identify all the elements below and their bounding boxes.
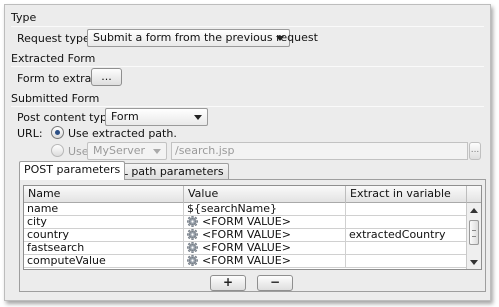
post-parameters-panel: Name Value Extract in variable name ${sea…	[19, 179, 486, 292]
scroll-down-arrow-icon[interactable]	[470, 260, 478, 265]
scrollbar-thumb[interactable]	[469, 220, 479, 245]
post-content-type-value: Form	[111, 110, 139, 123]
add-parameter-button[interactable]: +	[210, 275, 246, 291]
table-row[interactable]: city <FORM VALUE>	[24, 216, 467, 229]
scroll-up-arrow-icon[interactable]	[470, 208, 478, 213]
post-content-type-label: Post content type:	[17, 111, 118, 124]
extract-variable-cell[interactable]	[346, 255, 467, 268]
divider	[11, 66, 484, 67]
param-value-text: ${searchName}	[187, 203, 277, 215]
path-input[interactable]: /search.jsp	[171, 142, 468, 160]
gear-icon	[187, 216, 199, 229]
column-header-value[interactable]: Value	[184, 186, 346, 203]
table-row[interactable]: country <FORM VALUE> extractedCountry	[24, 229, 467, 242]
extract-variable-cell[interactable]: extractedCountry	[346, 229, 467, 242]
chevron-down-icon	[194, 115, 202, 120]
table-corner	[466, 186, 481, 203]
table-row[interactable]: computeValue <FORM VALUE>	[24, 255, 467, 268]
param-value-cell[interactable]: ${searchName}	[184, 203, 346, 216]
form-to-extract-label: Form to extract	[17, 72, 102, 85]
request-type-select[interactable]: Submit a form from the previous request	[87, 29, 318, 47]
type-section-title: Type	[11, 11, 37, 24]
param-name-cell[interactable]: fastsearch	[24, 242, 184, 255]
http-request-panel: Type Request type: Submit a form from th…	[4, 4, 491, 301]
extract-variable-cell[interactable]	[346, 216, 467, 229]
param-value-cell[interactable]: <FORM VALUE>	[184, 216, 346, 229]
use-extracted-path-radio[interactable]	[51, 126, 64, 139]
request-type-label: Request type:	[17, 32, 94, 45]
param-name-cell[interactable]: computeValue	[24, 255, 184, 268]
server-value: MyServer	[93, 144, 146, 157]
form-to-extract-browse-button[interactable]: ...	[91, 68, 122, 86]
extract-variable-cell[interactable]	[346, 203, 467, 216]
param-name-cell[interactable]: country	[24, 229, 184, 242]
server-select[interactable]: MyServer	[87, 142, 167, 160]
param-value-cell[interactable]: <FORM VALUE>	[184, 255, 346, 268]
table-scrollbar[interactable]	[466, 203, 481, 269]
submitted-form-section-title: Submitted Form	[11, 92, 100, 105]
param-name-cell[interactable]: city	[24, 216, 184, 229]
parameters-table[interactable]: Name Value Extract in variable name ${sea…	[23, 185, 482, 270]
param-value-text: <FORM VALUE>	[202, 242, 291, 254]
param-value-text: <FORM VALUE>	[202, 216, 291, 228]
column-header-extract[interactable]: Extract in variable	[346, 186, 467, 203]
extracted-form-section-title: Extracted Form	[11, 52, 96, 65]
chevron-down-icon	[153, 149, 161, 154]
chevron-down-icon	[276, 36, 284, 41]
post-content-type-select[interactable]: Form	[105, 108, 208, 126]
url-label: URL:	[17, 127, 43, 140]
extract-variable-cell[interactable]	[346, 242, 467, 255]
gear-icon	[187, 242, 199, 255]
use-extracted-path-label: Use extracted path.	[68, 127, 177, 140]
param-value-cell[interactable]: <FORM VALUE>	[184, 229, 346, 242]
path-value: /search.jsp	[175, 144, 235, 157]
table-header: Name Value Extract in variable	[24, 186, 467, 203]
gear-icon	[187, 229, 199, 242]
tab-post-parameters[interactable]: POST parameters	[19, 161, 126, 180]
column-header-name[interactable]: Name	[24, 186, 184, 203]
divider	[11, 26, 484, 27]
divider	[11, 106, 484, 107]
param-value-cell[interactable]: <FORM VALUE>	[184, 242, 346, 255]
use-server-radio[interactable]	[51, 144, 64, 157]
request-type-value: Submit a form from the previous request	[93, 31, 318, 44]
param-value-text: <FORM VALUE>	[202, 229, 291, 241]
gear-icon	[187, 255, 199, 268]
table-row[interactable]: fastsearch <FORM VALUE>	[24, 242, 467, 255]
param-name-cell[interactable]: name	[24, 203, 184, 216]
remove-parameter-button[interactable]: −	[257, 275, 293, 291]
table-row[interactable]: name ${searchName}	[24, 203, 467, 216]
param-value-text: <FORM VALUE>	[202, 255, 291, 267]
path-browse-button[interactable]: ...	[469, 142, 481, 160]
